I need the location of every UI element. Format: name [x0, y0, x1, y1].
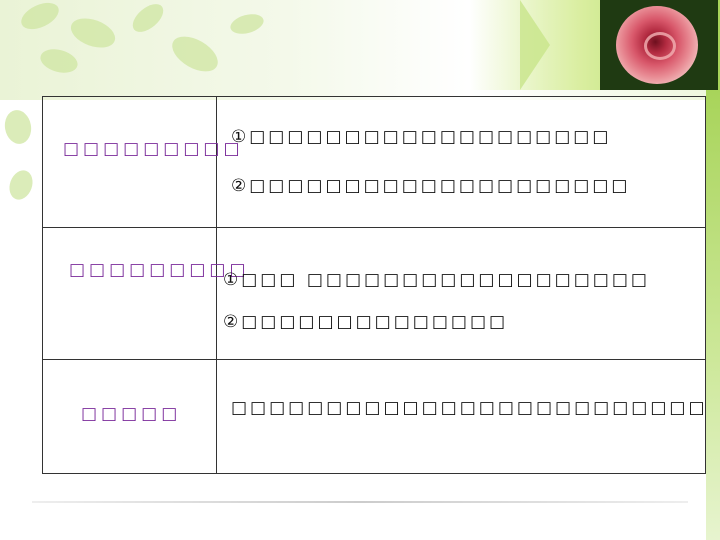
row-label-cell: □□□□□□□□□ — [42, 227, 250, 360]
row-label-cell: □□□□□□□□□ — [42, 95, 244, 229]
rose-icon — [616, 6, 698, 84]
row-label: □□□□□□□□□ — [63, 139, 244, 159]
list-item: ②□□□□□□□□□□□□□□ — [223, 312, 509, 333]
list-item: ①□□□ □□□□□□□□□□□□□□□□□□ — [223, 270, 650, 291]
row-label-cell: □□□□□ — [42, 358, 217, 475]
leaf-decoration — [2, 108, 34, 146]
table-row: □□□□□□□□□ ①□□□ □□□□□□□□□□□□□□□□□□ ②□□□□□… — [42, 227, 706, 360]
rose-image — [600, 0, 718, 90]
leaf-decoration — [5, 167, 37, 203]
row-label: □□□□□ — [81, 403, 182, 424]
row-content-cell: □□□□□□□□□□□□□□□□□□□□□□□□□ — [216, 358, 708, 475]
row-content-cell: ①□□□ □□□□□□□□□□□□□□□□□□ ②□□□□□□□□□□□□□□ — [216, 227, 706, 360]
row-label: □□□□□□□□□ — [69, 260, 250, 281]
row-content-cell: ①□□□□□□□□□□□□□□□□□□□ ②□□□□□□□□□□□□□□□□□□… — [216, 95, 706, 229]
table-row: □□□□□ □□□□□□□□□□□□□□□□□□□□□□□□□ — [42, 358, 708, 475]
footer-divider — [32, 501, 688, 503]
right-accent-strip — [706, 90, 720, 540]
list-item: □□□□□□□□□□□□□□□□□□□□□□□□□ — [231, 397, 708, 418]
content-table: □□□□□□□□□ ①□□□□□□□□□□□□□□□□□□□ ②□□□□□□□□… — [42, 95, 708, 475]
list-item: ②□□□□□□□□□□□□□□□□□□□□ — [231, 176, 631, 196]
chevron-decoration — [520, 0, 550, 90]
rose-center — [644, 32, 676, 60]
list-item: ①□□□□□□□□□□□□□□□□□□□ — [231, 127, 612, 147]
table-row: □□□□□□□□□ ①□□□□□□□□□□□□□□□□□□□ ②□□□□□□□□… — [42, 95, 706, 229]
